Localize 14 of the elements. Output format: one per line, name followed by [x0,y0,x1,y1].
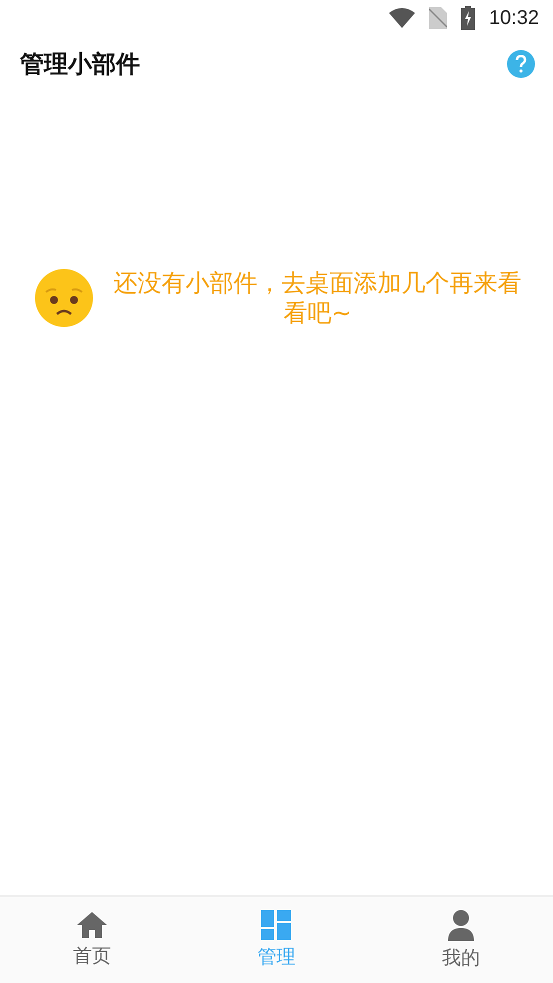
sad-emoji-icon [34,268,94,328]
question-mark-icon [515,55,527,73]
page-title: 管理小部件 [20,49,140,80]
empty-message: 还没有小部件，去桌面添加几个再来看看吧~ [112,268,522,328]
status-time: 10:32 [488,6,539,30]
wifi-icon [388,8,415,28]
no-sim-icon [428,7,447,29]
nav-tab[interactable]: 我的 [368,897,553,983]
grid-icon [261,910,292,940]
battery-charging-icon [460,6,475,30]
nav-tab[interactable]: 首页 [0,897,184,983]
person-icon [446,909,476,941]
help-button[interactable] [507,50,535,78]
home-icon [76,911,108,939]
